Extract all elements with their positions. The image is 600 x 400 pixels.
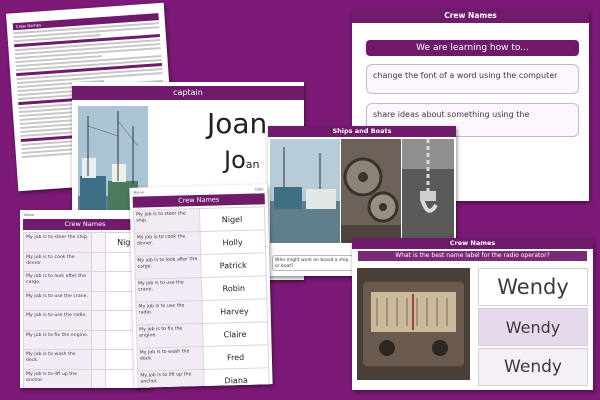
name-label: Name [24,213,35,217]
job-description: My job is to wash the deck. [23,349,92,370]
job-description: My job is to use the crane. [135,277,202,303]
table-row: My job is to lift up the anchor. Diana [137,367,270,388]
radio-operator-slide: Crew Names What is the best name label f… [352,238,593,390]
crew-name-label: Nigel [198,206,266,232]
table-row: My job is to cook the dinner. Holly [134,229,266,257]
name-label-choices: Wendy Wendy Wendy [478,268,588,388]
chain-hook-photo [402,139,454,243]
harbour-photo [270,139,340,243]
crew-table: My job is to steer the ship. Nigel My job … [133,206,270,388]
engine-gears-photo [341,139,401,243]
job-description: My job is to steer the ship. [23,232,92,253]
job-description: My job is to lift up the anchor. [23,368,92,388]
job-description: My job is to look after the cargo. [134,254,201,280]
table-row: My job is to lift up the anchor. [23,368,147,388]
blank-cell [90,290,107,311]
objective-1: change the font of a word using the comp… [366,64,579,94]
job-description: My job is to use the crane. [23,290,92,311]
table-row: My job is to fix the engine. [23,329,147,350]
blank-cell [90,251,107,272]
table-row: My job is to look after the cargo. [23,271,147,292]
job-description: My job is to lift up the anchor. [137,369,204,388]
name-label-styled: Joan [224,146,259,174]
old-radio-photo [357,268,470,380]
job-description: My job is to steer the ship. [133,208,200,234]
slide-header: Crew Names [352,9,589,23]
name-styled-suffix: an [245,158,260,171]
job-description: My job is to cook the dinner. [23,251,92,272]
blank-cell [90,329,107,350]
crew-name-label: Fred [202,344,269,370]
crew-name-label: Robin [200,275,267,301]
table-row: My job is to use the crane. [23,290,147,311]
worksheet-header: Crew Names [132,193,265,208]
job-description: My job is to use the radio. [23,310,92,331]
crew-name-label: Diana [203,367,270,388]
crew-name-label: Harvey [201,298,268,324]
job-description: My job is to cook the dinner. [134,231,201,257]
job-description: My job is to look after the cargo. [23,271,92,292]
card-header: captain [72,86,304,100]
crew-table: My job is to steer the ship. Nige My job i… [23,232,147,388]
crew-name-label: Claire [201,321,269,347]
blank-cell [90,310,107,331]
blank-cell [90,368,107,388]
table-row: My job is to use the crane. Robin [135,275,267,303]
resource-preview-collage: { "colors": { "background": "#7d1a78", "… [0,0,600,400]
worksheet-header: Crew Names [23,219,147,230]
slide-header: Crew Names [352,238,593,249]
table-row: My job is to steer the ship. Nige [23,232,147,253]
slide-question: What is the best name label for the radi… [358,251,587,261]
slide-header: Ships and Boats [268,126,456,137]
crew-names-worksheet-filled: Name Date Crew Names My job is to steer … [129,184,273,388]
table-row: My job is to steer the ship. Nigel [133,206,266,234]
choice-3[interactable]: Wendy [478,348,588,386]
job-description: My job is to fix the engine. [136,323,203,349]
crew-name-label: Patrick [200,252,267,278]
table-row: My job is to use the radio. Harvey [135,298,268,326]
table-row: My job is to wash the deck. [23,349,147,370]
choice-2[interactable]: Wendy [478,308,588,346]
table-row: My job is to fix the engine. Claire [136,321,269,349]
blank-cell [90,349,107,370]
date-label: Date [255,187,264,192]
name-label-plain: Joan [207,107,268,140]
table-row: My job is to wash the deck. Fred [137,344,269,372]
job-description: My job is to use the radio. [135,300,202,326]
job-description: My job is to wash the deck. [137,346,204,372]
table-row: My job is to look after the cargo. Patric… [134,252,267,280]
job-description: My job is to fix the engine. [23,329,92,350]
table-row: My job is to use the radio. [23,310,147,331]
blank-cell [90,271,107,292]
discussion-question: Who might work on board a ship or boat? [272,255,356,271]
name-label: Name [133,190,144,195]
blank-cell [90,232,107,253]
learning-title: We are learning how to... [366,40,579,56]
photo-strip [270,139,454,243]
choice-1[interactable]: Wendy [478,268,588,306]
table-row: My job is to cook the dinner. [23,251,147,272]
crew-name-label: Holly [199,229,266,255]
name-styled-prefix: Jo [224,146,246,174]
